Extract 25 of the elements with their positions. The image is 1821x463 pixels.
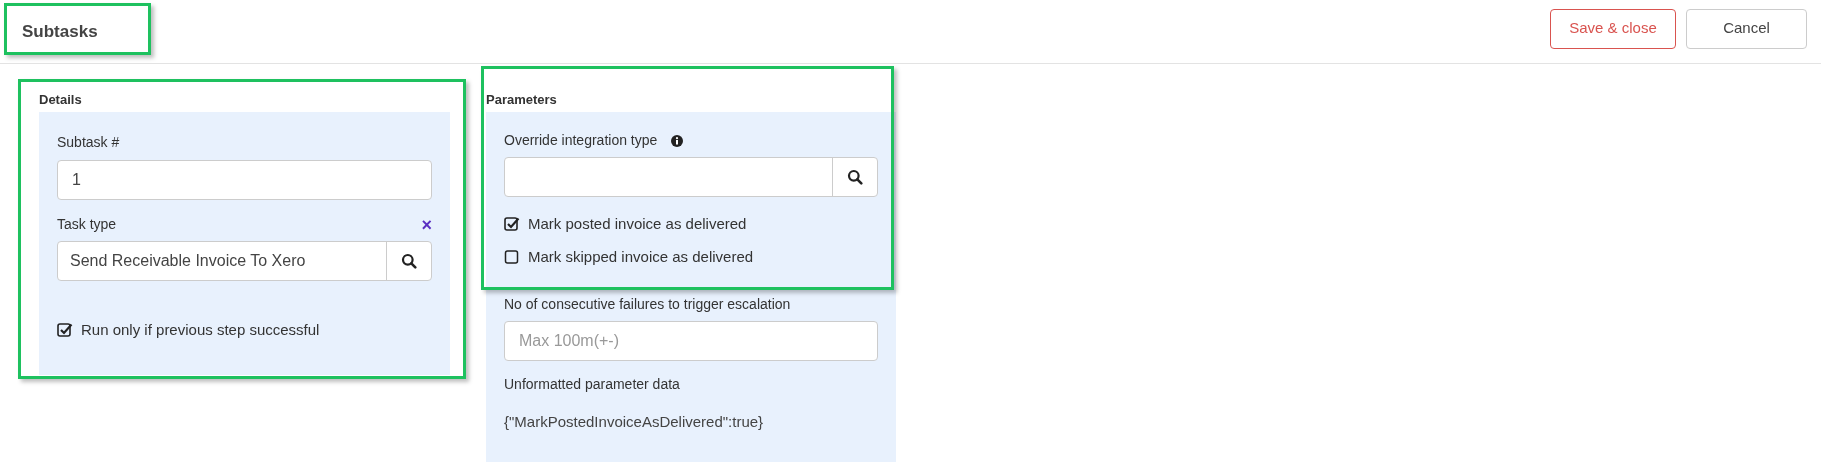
checkbox-checked[interactable] [57,322,73,339]
checkbox-checked[interactable] [504,216,520,233]
section-heading: Details [39,91,83,109]
info-icon[interactable] [671,134,684,147]
field-label: Task type [57,215,117,234]
cancel-button[interactable]: Cancel [1686,8,1807,49]
field-label: Unformatted parameter data [504,375,681,394]
search-icon[interactable] [401,253,417,269]
field-label: Override integration type [504,131,658,150]
page-title: Subtasks [22,20,98,43]
search-icon[interactable] [847,169,863,185]
input-field[interactable]: Max 100m(+-) [504,321,878,361]
checkbox-label[interactable]: Run only if previous step successful [81,319,320,342]
section-heading: Parameters [486,91,558,109]
checkbox[interactable] [504,248,520,265]
lookup-field[interactable]: Send Receivable Invoice To Xero [57,241,432,281]
parameter-data: {"MarkPostedInvoiceAsDelivered":true} [504,412,765,432]
input-field[interactable]: 1 [57,160,432,200]
save-button[interactable]: Save & close [1550,8,1676,49]
field-label: No of consecutive failures to trigger escalation [504,295,792,314]
checkbox-label[interactable]: Mark skipped invoice as delivered [528,245,754,268]
field-label: Subtask # [57,133,121,152]
clear-button[interactable]: × [421,215,432,234]
checkbox-label[interactable]: Mark posted invoice as delivered [528,213,747,236]
lookup-field[interactable] [504,157,878,197]
